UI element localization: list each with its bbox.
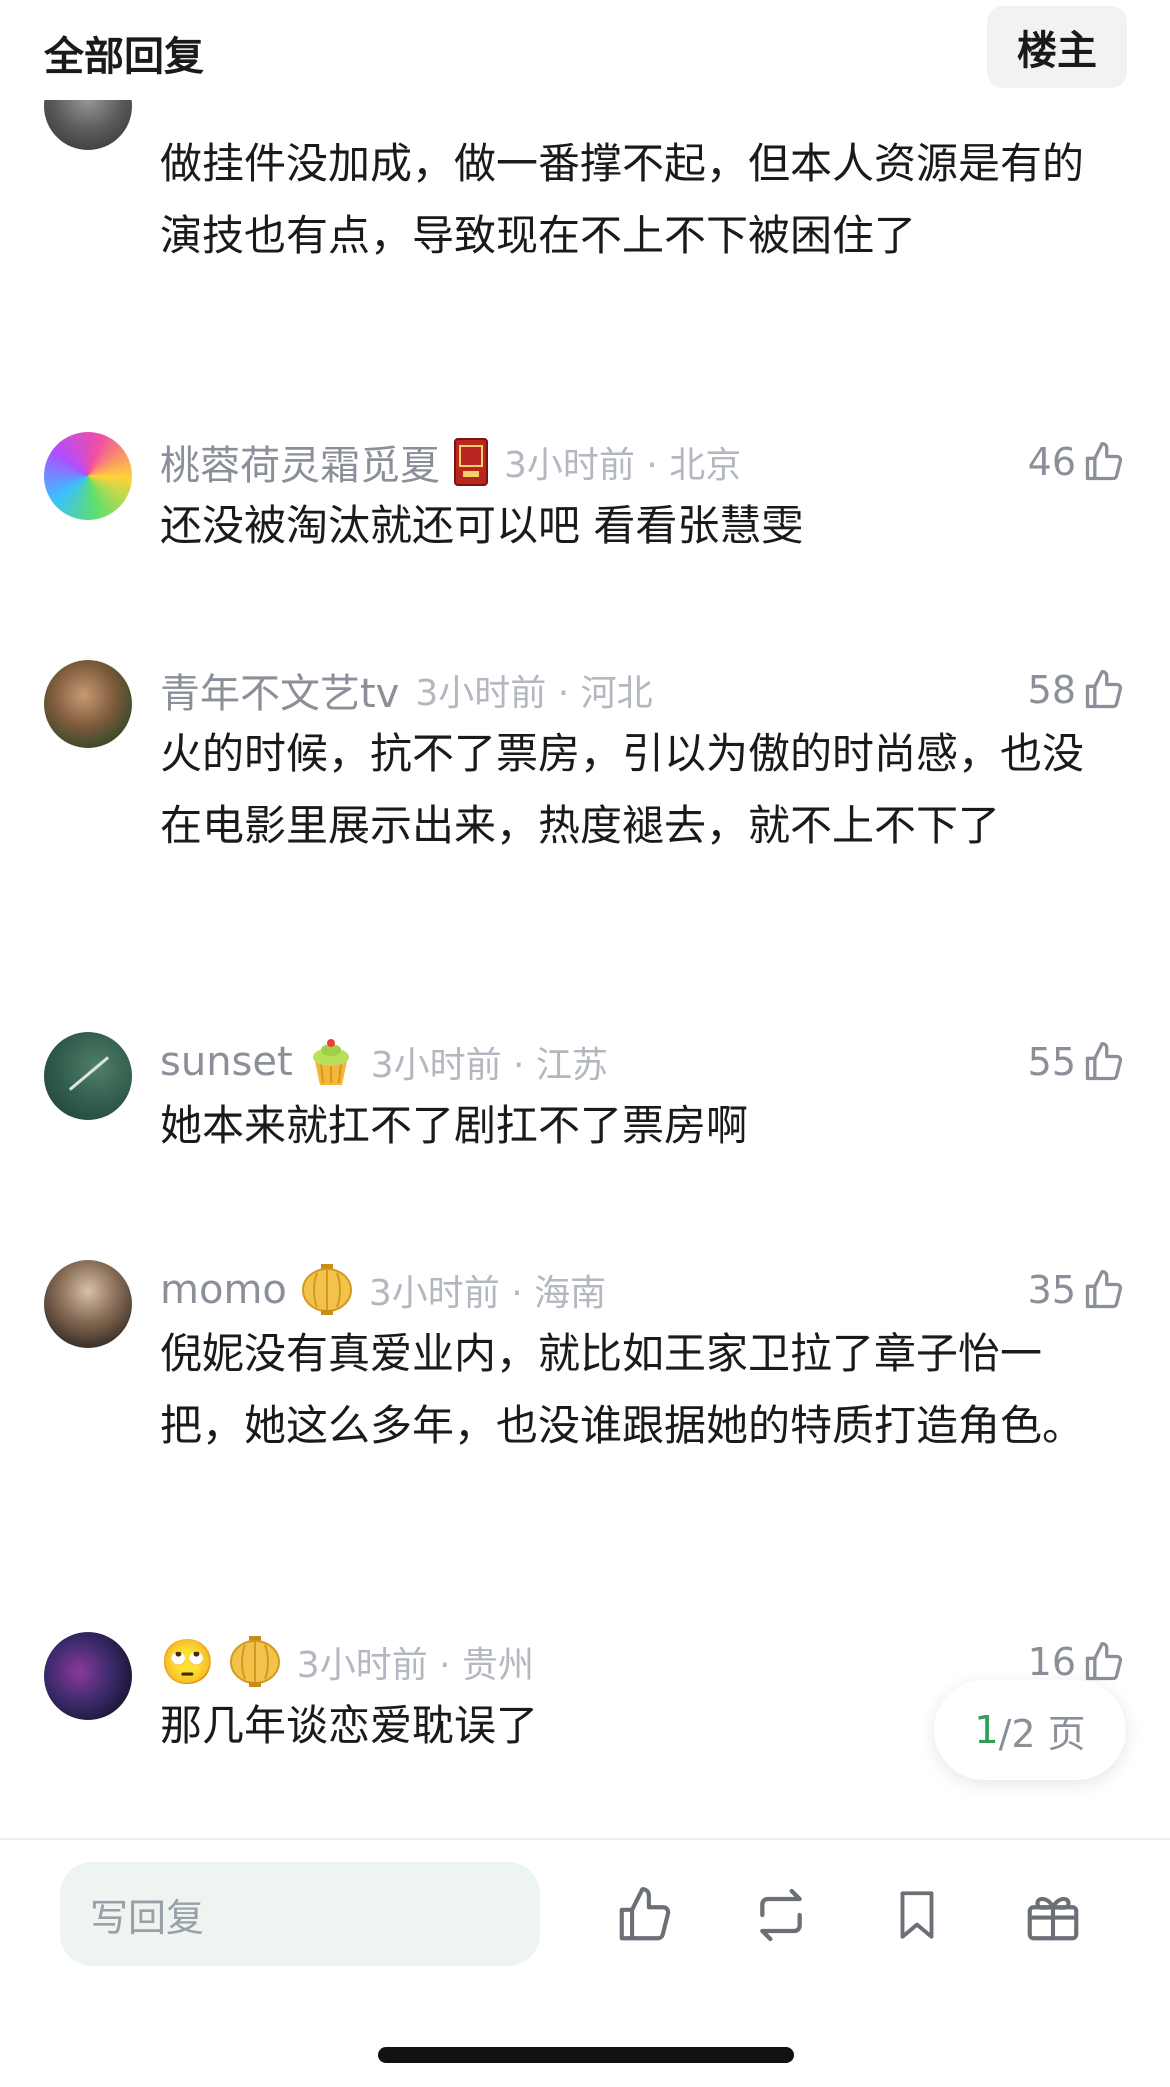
- comment-text: 还没被淘汰就还可以吧 看看张慧雯: [160, 501, 804, 550]
- like-button[interactable]: 55: [1028, 1032, 1126, 1092]
- gift-icon[interactable]: [1018, 1880, 1088, 1950]
- avatar[interactable]: [44, 1032, 132, 1120]
- avatar[interactable]: [44, 1260, 132, 1348]
- current-page: 1: [974, 1708, 999, 1752]
- reply-input[interactable]: 写回复: [60, 1862, 540, 1966]
- lantern-badge-icon: [229, 1635, 281, 1689]
- thumbs-up-icon: [1085, 1042, 1123, 1081]
- avatar[interactable]: [44, 660, 132, 748]
- comment-text: 她本来就扛不了剧扛不了票房啊: [160, 1101, 749, 1150]
- time-location: 3小时前 · 河北: [415, 673, 653, 714]
- like-count: 16: [1027, 1640, 1076, 1684]
- username[interactable]: momo: [160, 1267, 287, 1313]
- comment-text: 做挂件没加成，做一番撑不起，但本人资源是有的演技也有点，导致现在不上不下被困住了: [160, 139, 1085, 260]
- page-indicator[interactable]: 1/2 页: [934, 1680, 1126, 1780]
- lantern-badge-icon: [301, 1263, 353, 1317]
- comment-meta: 青年不文艺tv 3小时前 · 河北: [160, 660, 653, 720]
- bookmark-icon[interactable]: [882, 1880, 952, 1950]
- home-indicator: [378, 2047, 794, 2063]
- avatar[interactable]: [44, 432, 132, 520]
- thumbs-up-icon: [1085, 670, 1123, 709]
- repost-icon[interactable]: [746, 1880, 816, 1950]
- username[interactable]: 青年不文艺tv: [160, 661, 399, 719]
- username[interactable]: sunset: [160, 1039, 293, 1085]
- avatar[interactable]: [44, 1632, 132, 1720]
- thumbs-up-icon: [1085, 1270, 1123, 1309]
- like-button[interactable]: 46: [1028, 432, 1126, 492]
- comments-screen: 做挂件没加成，做一番撑不起，但本人资源是有的演技也有点，导致现在不上不下被困住了…: [0, 0, 1170, 2087]
- like-button[interactable]: 58: [1028, 660, 1126, 720]
- like-button[interactable]: 35: [1028, 1260, 1126, 1320]
- time-location: 3小时前 · 北京: [504, 445, 742, 486]
- op-filter-button[interactable]: 楼主: [987, 6, 1127, 88]
- comment-text: 火的时候，抗不了票房，引以为傲的时尚感，也没在电影里展示出来，热度褪去，就不上不…: [160, 729, 1085, 850]
- header: 全部回复 楼主: [0, 0, 1170, 100]
- username[interactable]: 桃蓉荷灵霜觅夏: [160, 433, 440, 491]
- comment-meta: sunset 3小时前 · 江苏: [160, 1032, 608, 1092]
- like-count: 35: [1027, 1268, 1076, 1312]
- thumbs-up-icon: [1085, 1642, 1123, 1681]
- page-total: /2 页: [998, 1711, 1086, 1756]
- comment-meta: momo 3小时前 · 海南: [160, 1260, 606, 1320]
- comment-meta: 🙄 3小时前 · 贵州: [160, 1632, 534, 1692]
- comment-text: 倪妮没有真爱业内，就比如王家卫拉了章子怡一把，她这么多年，也没谁跟据她的特质打造…: [160, 1329, 1085, 1450]
- like-count: 55: [1027, 1040, 1076, 1084]
- like-count: 46: [1027, 440, 1076, 484]
- like-count: 58: [1027, 668, 1076, 712]
- book-badge-icon: [454, 438, 488, 486]
- time-location: 3小时前 · 江苏: [370, 1045, 608, 1086]
- like-icon[interactable]: [610, 1880, 680, 1950]
- comment-meta: 桃蓉荷灵霜觅夏 3小时前 · 北京: [160, 432, 741, 492]
- cupcake-badge-icon: [307, 1037, 355, 1087]
- page-title: 全部回复: [44, 34, 204, 80]
- time-location: 3小时前 · 海南: [368, 1273, 607, 1314]
- divider: [0, 1838, 1170, 1840]
- thumbs-up-icon: [1085, 442, 1123, 481]
- time-location: 3小时前 · 贵州: [296, 1645, 535, 1686]
- username[interactable]: 🙄: [160, 1636, 215, 1688]
